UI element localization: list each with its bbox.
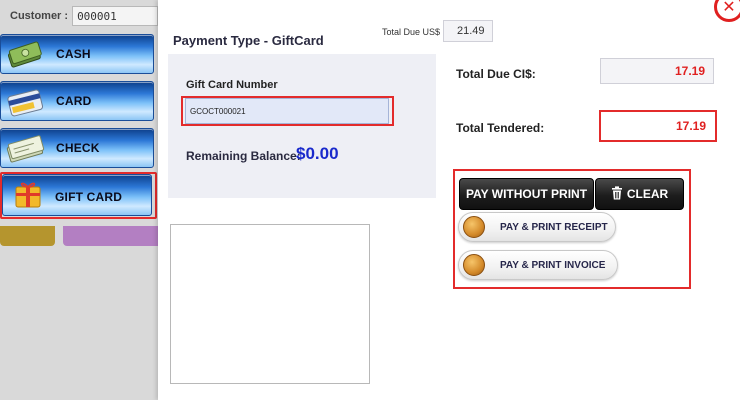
cash-button[interactable]: CASH (0, 34, 154, 74)
gift-card-input-highlight (181, 96, 394, 126)
card-label: CARD (56, 94, 92, 108)
pay-print-invoice-label: PAY & PRINT INVOICE (500, 259, 606, 271)
coin-icon (463, 254, 485, 276)
gift-card-number-label: Gift Card Number (186, 79, 278, 91)
customer-bar: Customer : 000001 (0, 4, 158, 28)
gift-card-panel: Gift Card Number Remaining Balance: $0.0… (168, 54, 436, 198)
clear-label: CLEAR (626, 187, 669, 201)
remaining-balance-label: Remaining Balance: (186, 149, 301, 163)
total-tendered-label: Total Tendered: (456, 121, 545, 135)
cash-label: CASH (56, 47, 91, 61)
check-button[interactable]: CHECK (0, 128, 154, 168)
customer-field[interactable]: 000001 (72, 6, 158, 26)
category-tab-purple[interactable] (63, 226, 158, 246)
pay-print-receipt-label: PAY & PRINT RECEIPT (500, 221, 608, 233)
pay-without-print-label: PAY WITHOUT PRINT (465, 187, 588, 201)
notes-area[interactable] (170, 224, 370, 384)
pay-print-invoice-button[interactable]: PAY & PRINT INVOICE (458, 250, 618, 280)
coin-icon (463, 216, 485, 238)
pay-without-print-button[interactable]: PAY WITHOUT PRINT (459, 178, 594, 210)
category-tab-gold[interactable] (0, 226, 55, 246)
total-due-ci-label: Total Due CI$: (456, 67, 536, 81)
trash-icon (611, 185, 623, 203)
remaining-balance-value: $0.00 (296, 144, 339, 163)
total-tendered-field[interactable]: 17.19 (599, 110, 717, 142)
clear-button[interactable]: CLEAR (595, 178, 684, 210)
payment-dialog: Payment Type - GiftCard Total Due US$ 21… (158, 0, 740, 400)
payment-method-panel: Customer : 000001 CASH CARD CHECK GIFT C… (0, 0, 158, 400)
card-button[interactable]: CARD (0, 81, 154, 121)
selected-method-highlight (0, 172, 157, 219)
cash-icon (5, 40, 45, 70)
credit-card-icon (5, 87, 45, 117)
total-due-usd-label: Total Due US$ (382, 27, 441, 37)
pay-print-receipt-button[interactable]: PAY & PRINT RECEIPT (458, 212, 616, 242)
check-icon (5, 134, 45, 164)
customer-label: Customer : (10, 10, 69, 22)
payment-type-title: Payment Type - GiftCard (173, 33, 324, 48)
check-label: CHECK (56, 141, 100, 155)
total-due-usd-value: 21.49 (443, 20, 493, 42)
total-due-ci-value: 17.19 (600, 58, 714, 84)
